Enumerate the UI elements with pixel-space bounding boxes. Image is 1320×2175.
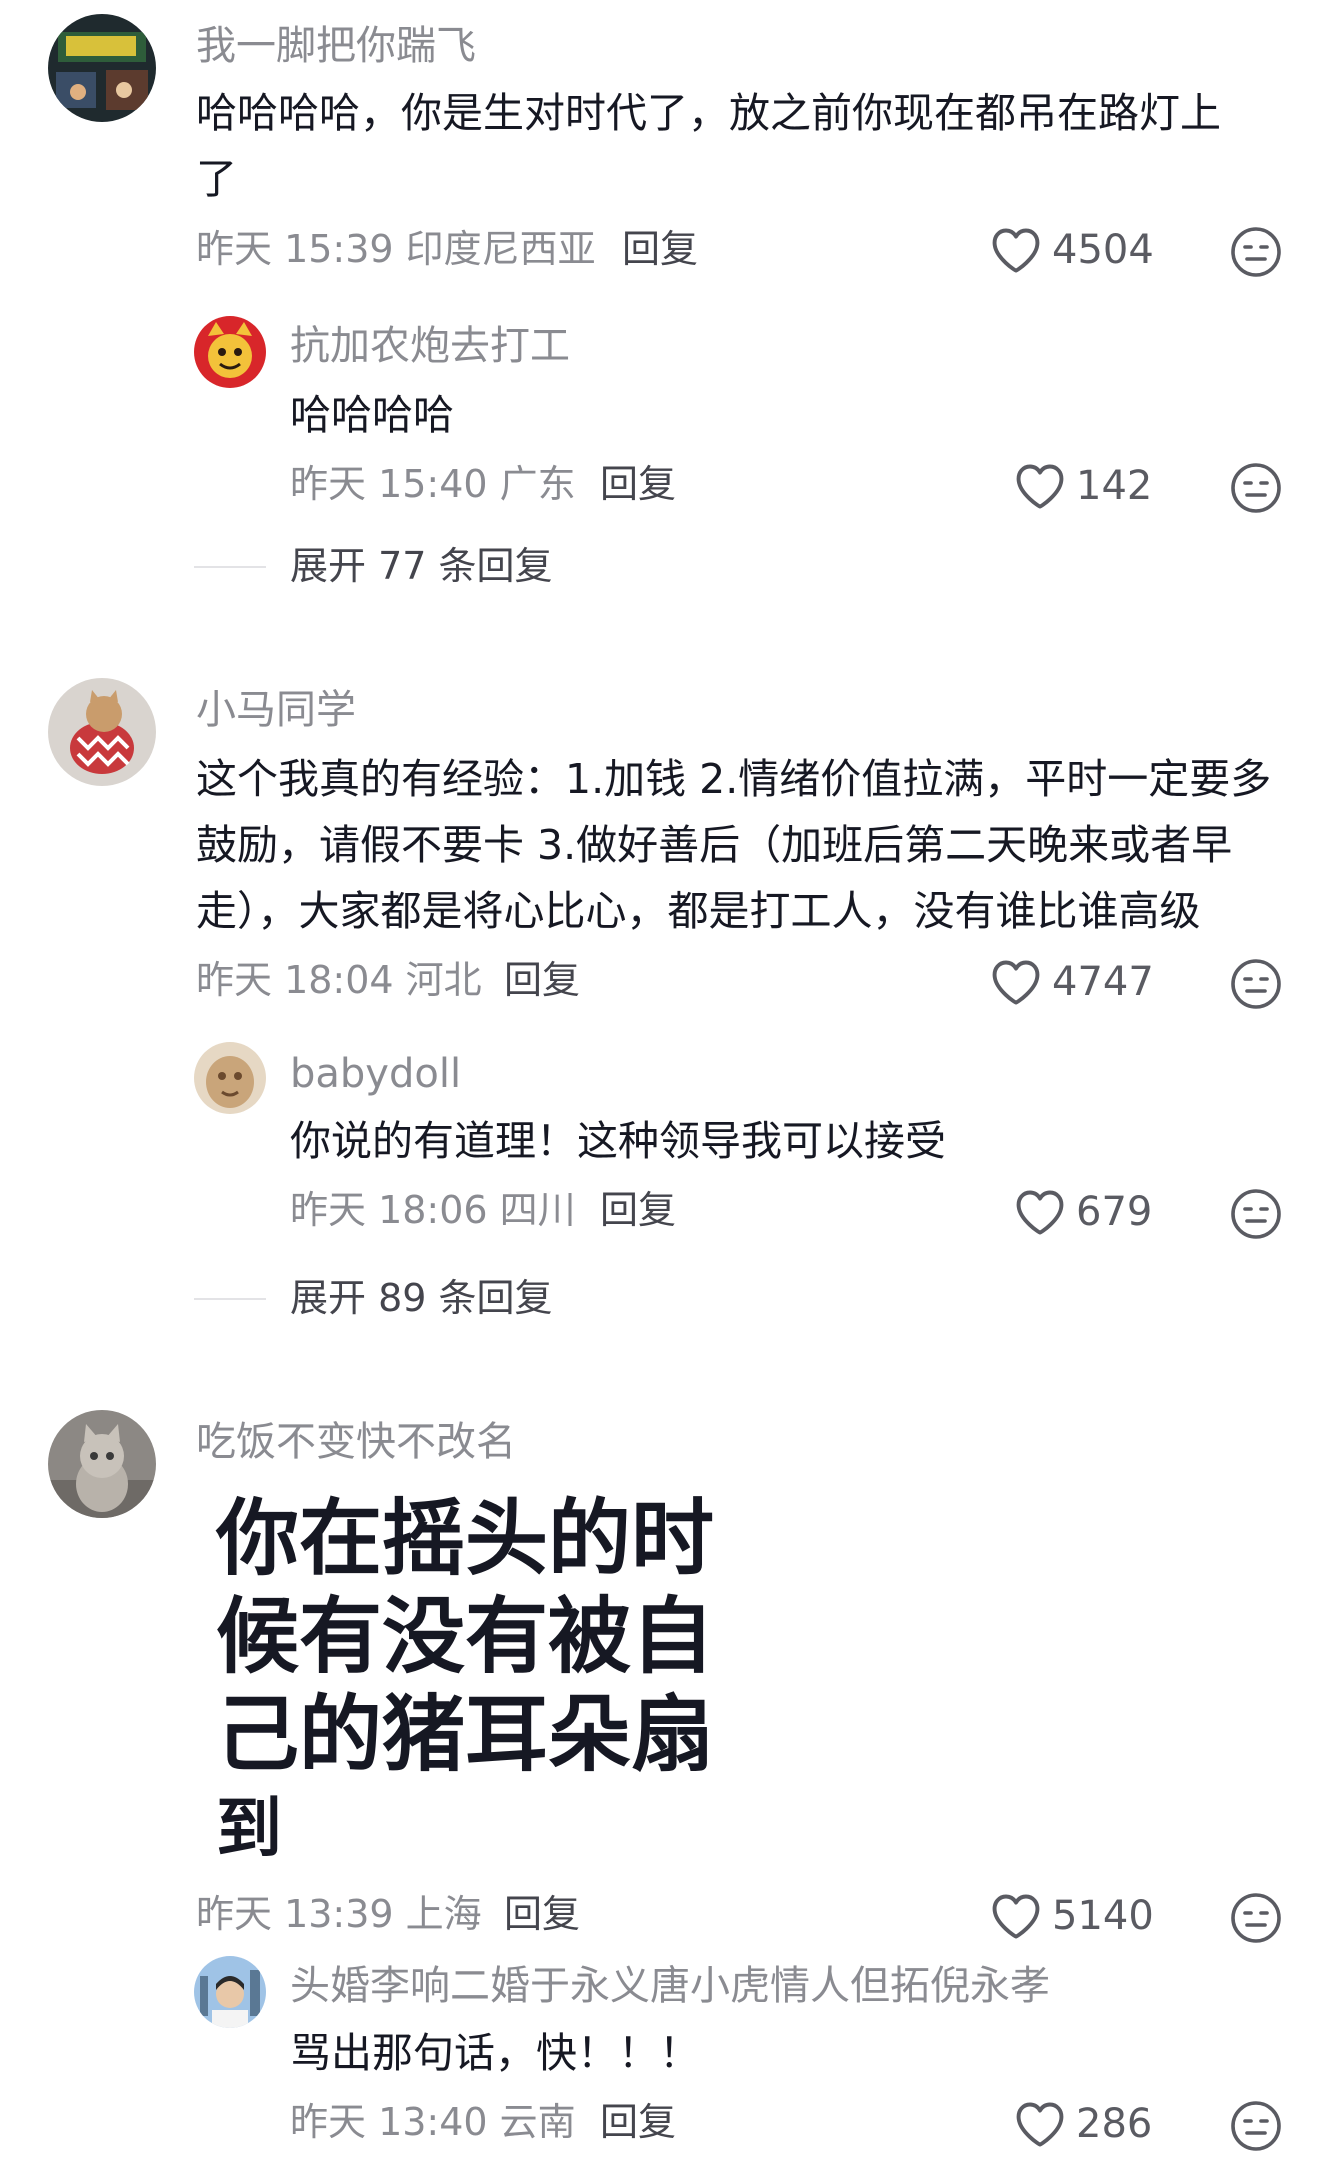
heart-outline-icon xyxy=(1016,1190,1064,1235)
username[interactable]: babydoll xyxy=(290,1050,461,1098)
username[interactable]: 小马同学 xyxy=(196,686,356,734)
like-button[interactable]: 4504 xyxy=(990,220,1154,280)
reply-text: 你说的有道理！这种领导我可以接受 xyxy=(290,1117,946,1165)
reply-meta: 昨天 15:40 广东 xyxy=(290,462,576,506)
reply-meta: 昨天 18:06 四川 xyxy=(290,1188,576,1232)
username[interactable]: 我一脚把你踹飞 xyxy=(196,22,476,70)
meh-face-icon[interactable] xyxy=(1230,226,1282,278)
comment-text-line: 哈哈哈哈，你是生对时代了，放之前你现在都吊在路灯上 xyxy=(196,89,1221,137)
heart-outline-icon xyxy=(992,960,1040,1005)
divider xyxy=(194,1298,266,1300)
comment-meta: 昨天 18:04 河北 xyxy=(196,958,482,1002)
heart-outline-icon xyxy=(1016,464,1064,509)
heart-outline-icon xyxy=(992,1894,1040,1939)
meh-face-icon[interactable] xyxy=(1230,462,1282,514)
like-button[interactable]: 679 xyxy=(1014,1182,1152,1242)
avatar[interactable] xyxy=(48,1410,156,1518)
like-count: 142 xyxy=(1076,463,1153,509)
reply-button[interactable]: 回复 xyxy=(600,2098,676,2146)
comment-image[interactable]: 你在摇头的时 候有没有被自 己的猪耳朵扇 到 xyxy=(196,1490,714,1890)
reply-button[interactable]: 回复 xyxy=(504,1890,580,1938)
reply-meta: 昨天 13:40 云南 xyxy=(290,2100,576,2144)
avatar[interactable] xyxy=(194,316,266,388)
like-count: 5140 xyxy=(1052,1893,1154,1939)
meh-face-icon[interactable] xyxy=(1230,2100,1282,2152)
reply-button[interactable]: 回复 xyxy=(504,956,580,1004)
comment-text-line: 这个我真的有经验：1.加钱 2.情绪价值拉满，平时一定要多 xyxy=(196,755,1272,803)
like-count: 286 xyxy=(1076,2101,1153,2147)
meh-face-icon[interactable] xyxy=(1230,1188,1282,1240)
image-text-line: 候有没有被自 xyxy=(216,1588,714,1685)
avatar[interactable] xyxy=(48,14,156,122)
image-text-line: 你在摇头的时 xyxy=(216,1490,714,1587)
divider xyxy=(194,566,266,568)
reply-button[interactable]: 回复 xyxy=(600,1186,676,1234)
reply-button[interactable]: 回复 xyxy=(600,460,676,508)
username[interactable]: 头婚李响二婚于永义唐小虎情人但拓倪永孝 xyxy=(290,1962,1050,2010)
avatar[interactable] xyxy=(194,1042,266,1114)
meh-face-icon[interactable] xyxy=(1230,1892,1282,1944)
like-count: 679 xyxy=(1076,1189,1153,1235)
reply-text: 哈哈哈哈 xyxy=(290,391,454,439)
like-button[interactable]: 286 xyxy=(1014,2094,1152,2154)
comment-text-line: 了 xyxy=(196,155,237,203)
image-text-line: 到 xyxy=(216,1790,282,1867)
like-count: 4747 xyxy=(1052,959,1154,1005)
like-count: 4504 xyxy=(1052,227,1154,273)
image-text-line: 己的猪耳朵扇 xyxy=(216,1686,714,1783)
avatar[interactable] xyxy=(48,678,156,786)
expand-replies-button[interactable]: 展开 89 条回复 xyxy=(290,1274,553,1322)
like-button[interactable]: 5140 xyxy=(990,1886,1154,1946)
heart-outline-icon xyxy=(992,228,1040,273)
like-button[interactable]: 142 xyxy=(1014,456,1152,516)
comment-meta: 昨天 13:39 上海 xyxy=(196,1892,482,1936)
reply-text: 骂出那句话，快！！！ xyxy=(290,2029,700,2077)
comment-meta: 昨天 15:39 印度尼西亚 xyxy=(196,227,596,271)
username[interactable]: 吃饭不变快不改名 xyxy=(196,1418,516,1466)
avatar[interactable] xyxy=(194,1956,266,2028)
expand-replies-button[interactable]: 展开 77 条回复 xyxy=(290,542,553,590)
comment-text-line: 鼓励，请假不要卡 3.做好善后（加班后第二天晚来或者早 xyxy=(196,821,1233,869)
reply-button[interactable]: 回复 xyxy=(622,225,698,273)
meh-face-icon[interactable] xyxy=(1230,958,1282,1010)
username[interactable]: 抗加农炮去打工 xyxy=(290,322,570,370)
heart-outline-icon xyxy=(1016,2102,1064,2147)
comment-text-line: 走），大家都是将心比心，都是打工人，没有谁比谁高级 xyxy=(196,887,1201,935)
like-button[interactable]: 4747 xyxy=(990,952,1154,1012)
